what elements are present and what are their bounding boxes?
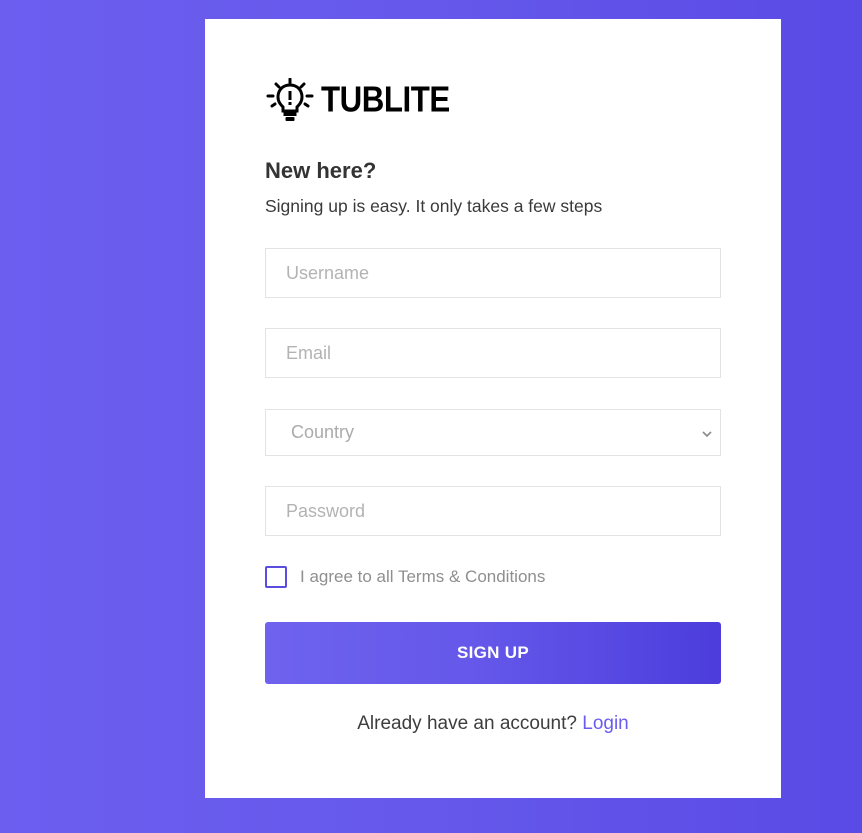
terms-row: I agree to all Terms & Conditions [265, 566, 545, 588]
country-select-value: Country [291, 422, 355, 442]
login-link[interactable]: Login [582, 713, 629, 734]
terms-label[interactable]: I agree to all Terms & Conditions [300, 567, 545, 587]
signup-card: TUBLITE New here? Signing up is easy. It… [205, 19, 781, 798]
sign-up-button[interactable]: SIGN UP [265, 622, 721, 684]
brand-name: TUBLITE [321, 80, 450, 120]
country-select[interactable]: Country [265, 409, 721, 456]
login-prompt: Already have an account? Login [205, 713, 781, 735]
password-input[interactable] [265, 486, 721, 536]
email-input[interactable] [265, 328, 721, 378]
login-prompt-text: Already have an account? [357, 713, 577, 734]
form-title: New here? [265, 158, 377, 183]
terms-checkbox[interactable] [265, 566, 287, 588]
brand-logo: TUBLITE [265, 77, 461, 123]
form-subtitle: Signing up is easy. It only takes a few … [265, 196, 603, 216]
username-input[interactable] [265, 248, 721, 298]
chevron-down-icon [700, 425, 714, 446]
lightbulb-icon [265, 78, 315, 122]
